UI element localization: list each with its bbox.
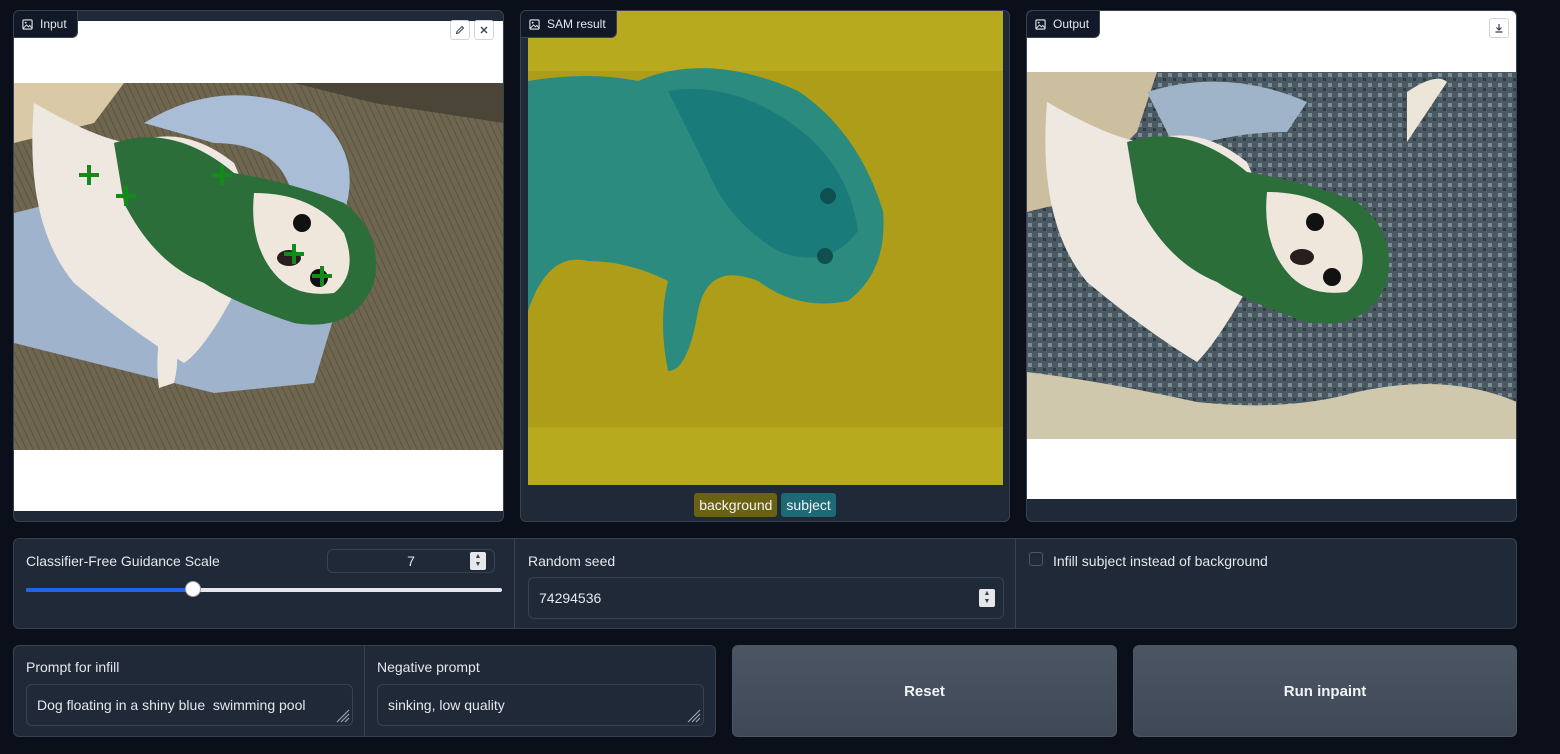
resize-handle-icon[interactable]: [685, 707, 701, 723]
cfg-slider-track[interactable]: [26, 581, 502, 597]
cfg-scale-label: Classifier-Free Guidance Scale: [26, 553, 220, 569]
output-image: [1027, 11, 1516, 499]
legend-subject: subject: [781, 493, 836, 517]
edit-button[interactable]: [450, 20, 470, 40]
sam-result-panel: SAM result background subject: [520, 10, 1010, 522]
point-marker: [212, 165, 232, 185]
point-marker: [116, 186, 136, 206]
output-dog-photo: [1027, 72, 1516, 439]
image-icon: [22, 18, 33, 30]
infill-prompt-textarea[interactable]: Dog floating in a shiny blue swimming po…: [26, 684, 353, 726]
settings-row: Classifier-Free Guidance Scale 7 ▲ ▼ Ran…: [13, 538, 1517, 629]
seed-input[interactable]: 74294536 ▲ ▼: [528, 577, 1004, 619]
output-title: Output: [1053, 17, 1090, 31]
point-marker: [312, 266, 332, 286]
edit-icon: [455, 25, 465, 35]
negative-prompt-textarea[interactable]: sinking, low quality: [377, 684, 704, 726]
infill-subject-group: Infill subject instead of background: [1016, 539, 1516, 628]
download-icon: [1495, 24, 1503, 33]
seed-spinner[interactable]: ▲ ▼: [979, 589, 995, 607]
image-icon: [1035, 18, 1046, 30]
download-button[interactable]: [1489, 18, 1509, 38]
image-icon: [529, 18, 540, 30]
sam-label-tag: SAM result: [521, 11, 617, 38]
point-marker: [79, 165, 99, 185]
spin-up-icon: ▲: [474, 553, 482, 560]
cfg-slider-thumb[interactable]: [184, 581, 201, 597]
input-image-canvas[interactable]: [14, 21, 503, 511]
run-inpaint-button[interactable]: Run inpaint: [1133, 645, 1517, 737]
infill-subject-label[interactable]: Infill subject instead of background: [1053, 553, 1268, 569]
close-icon: [480, 26, 488, 34]
input-dog-photo: [14, 83, 503, 450]
seed-value: 74294536: [539, 590, 602, 606]
spin-down-icon: ▼: [983, 598, 991, 605]
cfg-scale-number-input[interactable]: 7 ▲ ▼: [327, 549, 495, 573]
negative-prompt-group: Negative prompt sinking, low quality: [365, 646, 715, 736]
reset-button[interactable]: Reset: [732, 645, 1117, 737]
clear-image-button[interactable]: [474, 20, 494, 40]
infill-subject-checkbox[interactable]: [1029, 552, 1043, 566]
sam-mask-image: [528, 11, 1003, 485]
sam-legend: background subject: [521, 493, 1009, 517]
negative-prompt-value: sinking, low quality: [388, 697, 505, 713]
cfg-scale-group: Classifier-Free Guidance Scale 7 ▲ ▼: [14, 539, 515, 628]
point-marker: [284, 244, 304, 264]
infill-prompt-value: Dog floating in a shiny blue swimming po…: [37, 697, 306, 713]
infill-prompt-label: Prompt for infill: [26, 659, 120, 675]
negative-prompt-label: Negative prompt: [377, 659, 480, 675]
input-image-panel: Input: [13, 10, 504, 522]
infill-prompt-group: Prompt for infill Dog floating in a shin…: [14, 646, 365, 736]
seed-label: Random seed: [528, 553, 616, 569]
prompts-row: Prompt for infill Dog floating in a shin…: [13, 645, 716, 737]
input-label-tag: Input: [14, 11, 78, 38]
output-image-panel: Output: [1026, 10, 1517, 522]
spin-down-icon: ▼: [474, 561, 482, 568]
resize-handle-icon[interactable]: [334, 707, 350, 723]
legend-background: background: [694, 493, 778, 517]
cfg-slider-fill: [26, 588, 193, 592]
sam-title: SAM result: [547, 17, 606, 31]
input-title: Input: [40, 17, 67, 31]
output-label-tag: Output: [1027, 11, 1101, 38]
spin-up-icon: ▲: [983, 590, 991, 597]
cfg-spinner[interactable]: ▲ ▼: [470, 552, 486, 570]
seed-group: Random seed 74294536 ▲ ▼: [515, 539, 1016, 628]
